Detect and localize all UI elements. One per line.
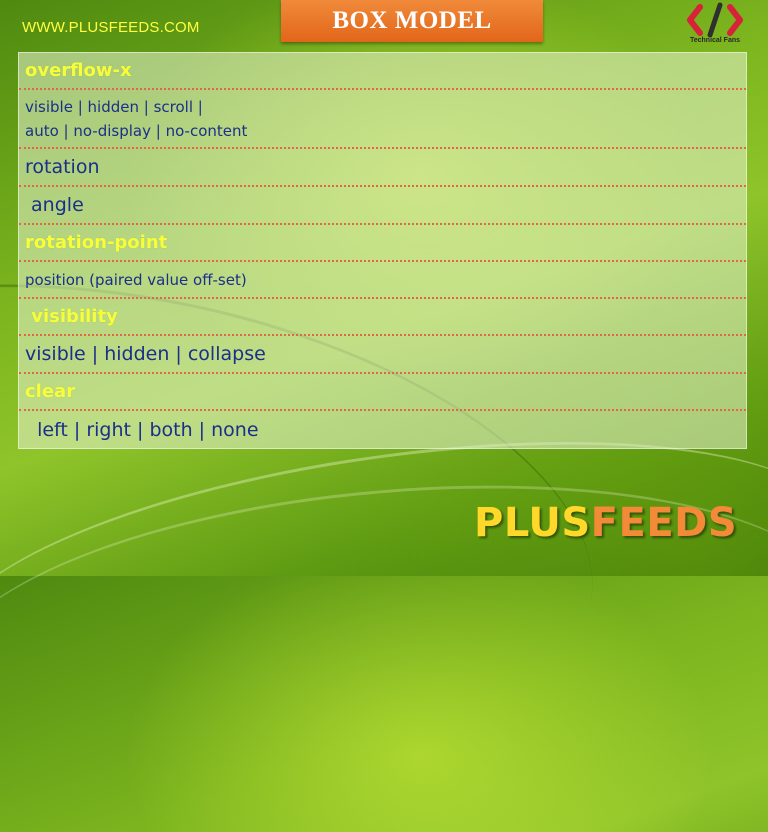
- table-row: rotation: [19, 149, 746, 187]
- property-name: rotation: [25, 156, 100, 178]
- table-row: visible | hidden | scroll | auto | no-di…: [19, 90, 746, 149]
- table-row: rotation-point: [19, 225, 746, 262]
- table-row: position (paired value off-set): [19, 262, 746, 299]
- title-banner: BOX MODEL: [281, 0, 543, 42]
- property-name: visibility: [25, 306, 118, 327]
- table-row: angle: [19, 187, 746, 225]
- technical-fans-logo: Technical Fans: [682, 2, 748, 48]
- property-name: rotation-point: [25, 232, 168, 253]
- table-row: overflow-x: [19, 53, 746, 90]
- table-row: visible | hidden | collapse: [19, 336, 746, 374]
- property-values: angle: [25, 194, 84, 216]
- property-table: overflow-x visible | hidden | scroll | a…: [18, 52, 747, 449]
- slide-title: BOX MODEL: [332, 7, 492, 34]
- table-row: clear: [19, 374, 746, 411]
- table-row: visibility: [19, 299, 746, 336]
- property-name: overflow-x: [25, 60, 132, 81]
- property-values: visible | hidden | scroll | auto | no-di…: [25, 97, 248, 140]
- code-brackets-icon: [687, 2, 743, 38]
- logo-caption: Technical Fans: [689, 37, 741, 44]
- property-values: visible | hidden | collapse: [25, 343, 266, 365]
- brand-feeds: FEEDS: [590, 500, 738, 546]
- brand-logo: PLUSFEEDS: [474, 500, 737, 546]
- property-values: position (paired value off-set): [25, 270, 247, 289]
- brand-plus: PLUS: [474, 500, 591, 546]
- property-values: left | right | both | none: [25, 418, 259, 441]
- background-swoosh: [0, 393, 768, 780]
- property-name: clear: [25, 381, 76, 402]
- site-url[interactable]: WWW.PLUSFEEDS.COM: [22, 19, 200, 36]
- table-row: left | right | both | none: [19, 411, 746, 448]
